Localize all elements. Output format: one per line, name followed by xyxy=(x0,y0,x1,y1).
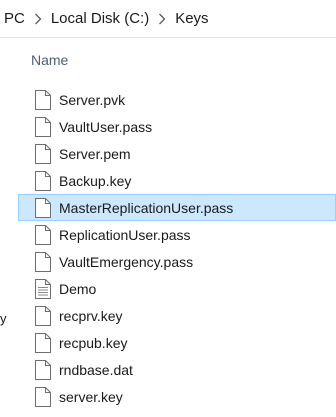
file-list: Server.pvk VaultUser.pass Server.pem Bac… xyxy=(18,86,336,410)
nav-pane-label-fragment[interactable]: y xyxy=(0,311,7,326)
file-name: recprv.key xyxy=(59,307,123,324)
chevron-right-icon[interactable] xyxy=(150,9,174,29)
text-document-icon xyxy=(35,279,51,299)
file-name: Demo xyxy=(59,280,97,297)
address-bar[interactable]: PC Local Disk (C:) Keys xyxy=(0,0,336,38)
file-name: VaultEmergency.pass xyxy=(59,253,194,270)
file-icon xyxy=(35,144,51,164)
file-icon xyxy=(35,198,51,218)
file-icon xyxy=(35,333,51,353)
file-row[interactable]: server.key xyxy=(22,383,336,410)
file-name: Server.pem xyxy=(59,145,131,162)
file-name: Server.pvk xyxy=(59,91,126,108)
chevron-right-icon[interactable] xyxy=(26,9,50,29)
column-header-name[interactable]: Name xyxy=(20,45,336,75)
navigation-pane[interactable] xyxy=(0,38,6,417)
file-explorer-window: PC Local Disk (C:) Keys y Name Server.pv… xyxy=(0,0,336,417)
file-row[interactable]: Server.pem xyxy=(22,140,336,167)
file-row-selected[interactable]: MasterReplicationUser.pass xyxy=(18,194,336,221)
column-header-label: Name xyxy=(31,52,69,68)
breadcrumb: PC Local Disk (C:) Keys xyxy=(0,0,210,37)
file-icon xyxy=(35,387,51,407)
file-name: ReplicationUser.pass xyxy=(59,226,191,243)
file-name: server.key xyxy=(59,388,123,405)
file-icon xyxy=(35,171,51,191)
file-row[interactable]: ReplicationUser.pass xyxy=(22,221,336,248)
file-name: rndbase.dat xyxy=(59,361,133,378)
file-row[interactable]: recpub.key xyxy=(22,329,336,356)
file-icon xyxy=(35,225,51,245)
file-row[interactable]: recprv.key xyxy=(22,302,336,329)
file-name: recpub.key xyxy=(59,334,128,351)
file-name: Backup.key xyxy=(59,172,132,189)
file-name: MasterReplicationUser.pass xyxy=(59,199,234,216)
file-icon xyxy=(35,360,51,380)
file-icon xyxy=(35,306,51,326)
file-row[interactable]: Backup.key xyxy=(22,167,336,194)
file-row[interactable]: VaultEmergency.pass xyxy=(22,248,336,275)
file-icon xyxy=(35,252,51,272)
file-icon xyxy=(35,117,51,137)
file-row[interactable]: VaultUser.pass xyxy=(22,113,336,140)
breadcrumb-pc[interactable]: PC xyxy=(3,10,26,27)
file-row[interactable]: rndbase.dat xyxy=(22,356,336,383)
breadcrumb-keys[interactable]: Keys xyxy=(174,10,209,27)
file-icon xyxy=(35,90,51,110)
file-row[interactable]: Server.pvk xyxy=(22,86,336,113)
file-row[interactable]: Demo xyxy=(22,275,336,302)
breadcrumb-local-disk[interactable]: Local Disk (C:) xyxy=(50,10,150,27)
file-name: VaultUser.pass xyxy=(59,118,153,135)
